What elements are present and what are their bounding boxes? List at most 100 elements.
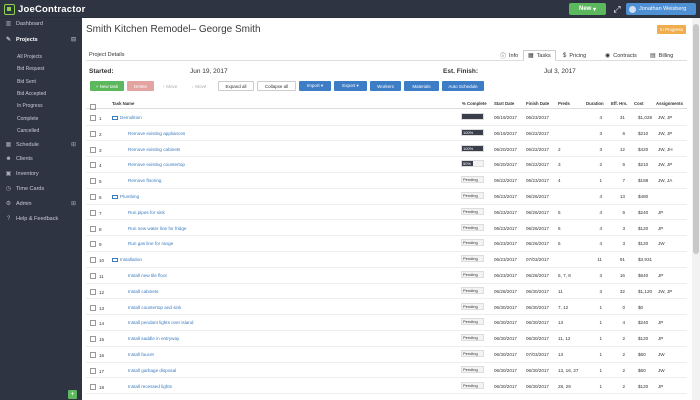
cell-start-date[interactable]: 06/20/2017	[494, 162, 517, 167]
task-group-row[interactable]: 10InstallationPending06/23/201707/03/201…	[86, 252, 687, 268]
task-name[interactable]: Install garbage disposal	[128, 368, 176, 373]
cell-finish-date[interactable]: 06/30/2017	[526, 336, 549, 341]
collapse-icon[interactable]: ⊟	[71, 36, 76, 43]
cell-assignments[interactable]: JW, JP	[658, 289, 672, 294]
row-checkbox[interactable]	[90, 226, 96, 232]
percent-complete[interactable]: Pending	[461, 255, 484, 262]
cell-assignments[interactable]: JW	[658, 368, 665, 373]
percent-complete[interactable]: Pending	[461, 239, 484, 246]
percent-complete[interactable]: 50%	[461, 160, 484, 167]
table-row[interactable]: 18Install recessed lightsPending06/30/20…	[86, 379, 687, 395]
row-checkbox[interactable]	[90, 210, 96, 216]
cell-assignments[interactable]: JP	[658, 384, 663, 389]
tab-info[interactable]: ⓘInfo	[496, 50, 522, 61]
cell-preds[interactable]: 5	[558, 210, 561, 215]
cell-assignments[interactable]: JW, JA	[658, 178, 672, 183]
cell-eff-hrs[interactable]: 2	[615, 336, 625, 341]
user-menu-button[interactable]: Jonathan Weisberg	[626, 3, 696, 15]
cell-eff-hrs[interactable]: 31	[615, 115, 625, 120]
table-row[interactable]: 9Run gas line for rangePending06/23/2017…	[86, 236, 687, 252]
cell-duration[interactable]: 1	[592, 320, 602, 325]
cell-duration[interactable]: 1	[592, 336, 602, 341]
task-name[interactable]: Remove existing countertop	[128, 162, 185, 167]
cell-assignments[interactable]: JW	[658, 352, 665, 357]
cell-preds[interactable]: 11	[558, 289, 563, 294]
row-checkbox[interactable]	[90, 115, 96, 121]
cell-eff-hrs[interactable]: 6	[615, 210, 625, 215]
cell-cost[interactable]: $120	[638, 226, 648, 231]
cell-eff-hrs[interactable]: 16	[615, 273, 625, 278]
cell-assignments[interactable]: JP	[658, 273, 663, 278]
cell-preds[interactable]: 3	[558, 162, 561, 167]
sidebar-item-dashboard[interactable]: ▥Dashboard	[0, 18, 82, 30]
percent-complete[interactable]: 100%	[461, 145, 484, 152]
delete-button[interactable]: Delete	[127, 81, 154, 91]
col-finish-date[interactable]: Finish Date	[526, 101, 549, 106]
sidebar-subitem-cancelled[interactable]: Cancelled	[17, 128, 39, 134]
cell-eff-hrs[interactable]: 3	[615, 241, 625, 246]
cell-start-date[interactable]: 06/23/2017	[494, 257, 517, 262]
percent-complete[interactable]: Pending	[461, 366, 484, 373]
sidebar-subitem-bid-request[interactable]: Bid Request	[17, 66, 44, 72]
cell-duration[interactable]: 3	[592, 273, 602, 278]
percent-complete[interactable]: Pending	[461, 334, 484, 341]
tab-contracts[interactable]: ◉Contracts	[601, 50, 641, 61]
cell-finish-date[interactable]: 06/22/2017	[526, 131, 549, 136]
scrollbar-thumb[interactable]	[693, 24, 699, 254]
expand-icon[interactable]: ⊞	[71, 141, 76, 148]
cell-cost[interactable]: $640	[638, 273, 648, 278]
row-checkbox[interactable]	[90, 257, 96, 263]
cell-preds[interactable]: 28, 29	[558, 384, 571, 389]
cell-eff-hrs[interactable]: 12	[615, 147, 625, 152]
cell-duration[interactable]: 1	[592, 352, 602, 357]
percent-complete[interactable]: Pending	[461, 287, 484, 294]
cell-eff-hrs[interactable]: 2	[615, 368, 625, 373]
sidebar-item-schedule[interactable]: ▦Schedule⊞	[0, 139, 82, 151]
cell-finish-date[interactable]: 07/03/2017	[526, 257, 549, 262]
cell-preds[interactable]: 13	[558, 320, 563, 325]
table-row[interactable]: 7Run pipes for sinkPending06/23/201706/2…	[86, 205, 687, 221]
cell-start-date[interactable]: 06/30/2017	[494, 336, 517, 341]
task-name[interactable]: Demolition	[112, 115, 142, 120]
cell-assignments[interactable]: JP	[658, 336, 663, 341]
cell-preds[interactable]: 4	[558, 178, 561, 183]
task-name[interactable]: Run pipes for sink	[128, 210, 165, 215]
cell-preds[interactable]: 13, 16, 27	[558, 368, 578, 373]
percent-complete[interactable]: Pending	[461, 382, 484, 389]
row-checkbox[interactable]	[90, 289, 96, 295]
task-name[interactable]: Install countertop and sink	[128, 305, 181, 310]
cell-cost[interactable]: $240	[638, 320, 648, 325]
cell-start-date[interactable]: 06/23/2017	[494, 273, 517, 278]
row-checkbox[interactable]	[90, 178, 96, 184]
cell-duration[interactable]: 4	[592, 210, 602, 215]
cell-cost[interactable]: $120	[638, 241, 648, 246]
new-button[interactable]: New ▾	[569, 3, 606, 15]
tab-pricing[interactable]: $Pricing	[559, 50, 590, 61]
cell-preds[interactable]: 7, 12	[558, 305, 568, 310]
cell-cost[interactable]: $3,931	[638, 257, 652, 262]
row-checkbox[interactable]	[90, 384, 96, 390]
task-name[interactable]: Plumbing	[112, 194, 139, 199]
col-assignments[interactable]: Assignments	[656, 101, 683, 106]
cell-preds[interactable]: 5	[558, 241, 561, 246]
cell-finish-date[interactable]: 06/30/2017	[526, 320, 549, 325]
row-checkbox[interactable]	[90, 336, 96, 342]
cell-start-date[interactable]: 06/30/2017	[494, 368, 517, 373]
cell-duration[interactable]: 4	[592, 226, 602, 231]
cell-eff-hrs[interactable]: 7	[615, 178, 625, 183]
table-row[interactable]: 17Install garbage disposalPending06/30/2…	[86, 363, 687, 379]
sidebar-subitem-in-progress[interactable]: In Progress	[17, 103, 43, 109]
sidebar-item-inventory[interactable]: ▣Inventory	[0, 168, 82, 180]
add-icon[interactable]: +	[68, 390, 77, 399]
cell-duration[interactable]: 4	[592, 115, 602, 120]
percent-complete[interactable]: 100%	[461, 129, 484, 136]
task-name[interactable]: Run gas line for range	[128, 241, 173, 246]
cell-cost[interactable]: $480	[638, 194, 648, 199]
cell-duration[interactable]: 3	[592, 131, 602, 136]
cell-start-date[interactable]: 06/30/2017	[494, 352, 517, 357]
task-name[interactable]: Run new water line for fridge	[128, 226, 186, 231]
row-checkbox[interactable]	[90, 305, 96, 311]
cell-eff-hrs[interactable]: 91	[615, 257, 625, 262]
table-row[interactable]: 11Install new tile floorPending06/23/201…	[86, 268, 687, 284]
col-cost[interactable]: Cost	[634, 101, 644, 106]
